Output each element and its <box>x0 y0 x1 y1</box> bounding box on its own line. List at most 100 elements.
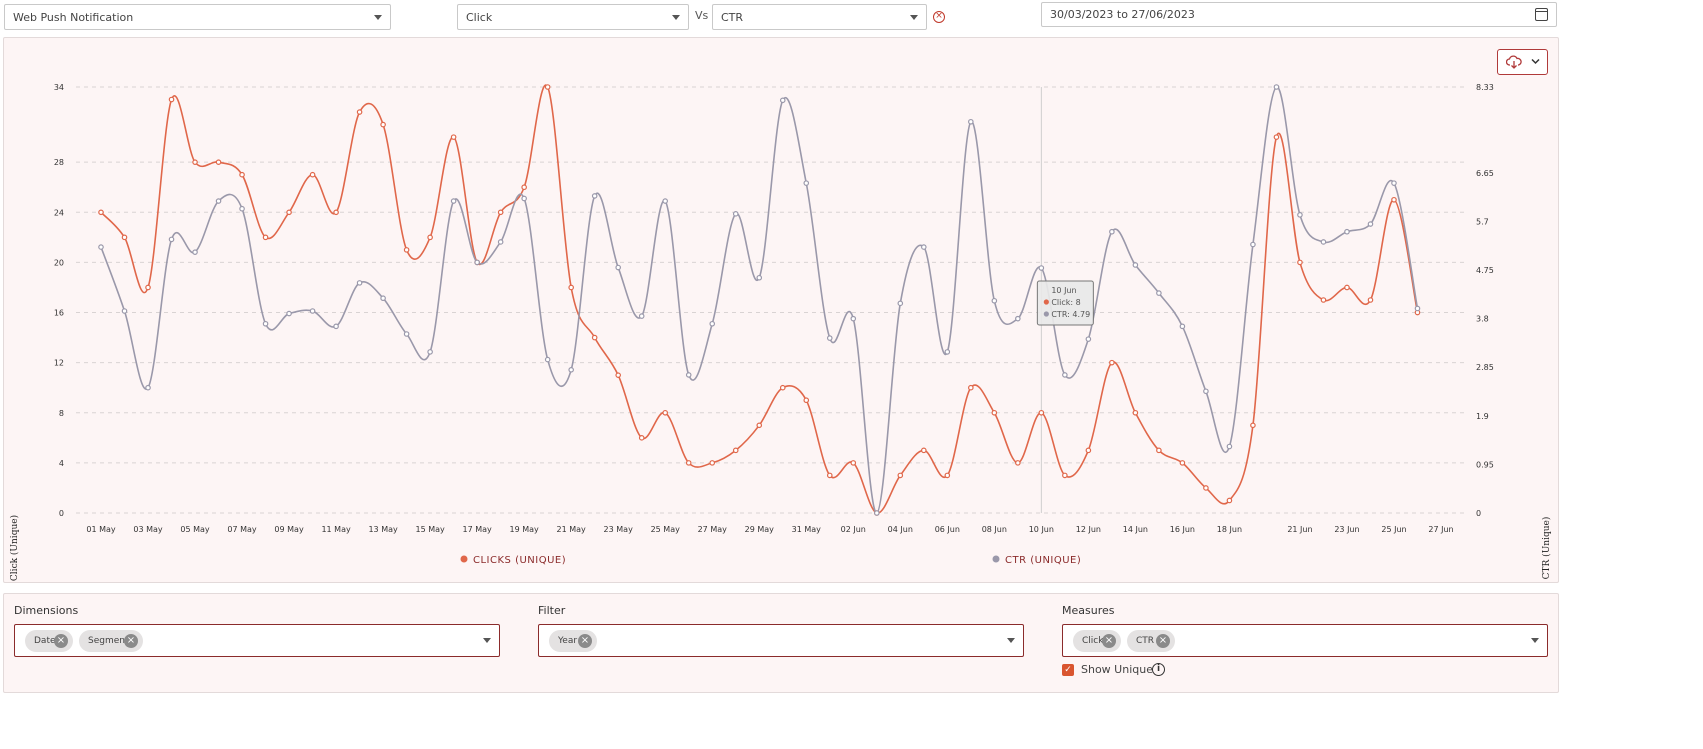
ctr-data-point[interactable] <box>168 236 175 243</box>
click-data-point[interactable] <box>944 472 951 479</box>
remove-chip-icon[interactable]: × <box>578 634 592 648</box>
click-data-point[interactable] <box>215 159 222 165</box>
click-data-point[interactable] <box>309 171 316 178</box>
ctr-data-point[interactable] <box>638 313 645 319</box>
click-data-point[interactable] <box>544 84 551 90</box>
ctr-data-point[interactable] <box>192 249 198 255</box>
click-data-point[interactable] <box>403 247 410 253</box>
click-data-point[interactable] <box>262 234 269 241</box>
click-data-point[interactable] <box>968 384 974 391</box>
ctr-data-point[interactable] <box>968 118 974 125</box>
ctr-data-point[interactable] <box>1179 323 1186 330</box>
click-data-point[interactable] <box>615 372 621 378</box>
ctr-data-point[interactable] <box>568 367 574 373</box>
remove-chip-icon[interactable]: × <box>54 634 68 648</box>
ctr-data-point[interactable] <box>1015 315 1021 322</box>
click-data-point[interactable] <box>333 209 339 216</box>
click-data-point[interactable] <box>1179 460 1186 466</box>
ctr-data-point[interactable] <box>521 195 527 202</box>
click-data-point[interactable] <box>1297 259 1303 266</box>
legend-item-ctr[interactable]: CTR (UNIQUE) <box>992 555 1082 566</box>
remove-chip-icon[interactable]: × <box>1156 634 1170 648</box>
ctr-data-point[interactable] <box>897 300 904 307</box>
ctr-data-point[interactable] <box>450 198 457 204</box>
click-data-point[interactable] <box>897 472 904 479</box>
ctr-data-point[interactable] <box>309 308 316 314</box>
ctr-data-point[interactable] <box>356 280 363 286</box>
ctr-data-point[interactable] <box>1085 336 1092 342</box>
ctr-data-point[interactable] <box>262 320 269 327</box>
ctr-data-point[interactable] <box>403 331 410 337</box>
click-data-point[interactable] <box>1085 447 1092 454</box>
ctr-data-point[interactable] <box>944 349 951 355</box>
ctr-data-point[interactable] <box>544 356 551 363</box>
click-data-point[interactable] <box>168 96 175 103</box>
click-data-point[interactable] <box>568 284 574 291</box>
ctr-data-point[interactable] <box>98 244 104 250</box>
click-data-point[interactable] <box>356 109 363 115</box>
date-range-picker[interactable]: 30/03/2023 to 27/06/2023 <box>1041 2 1557 27</box>
click-data-point[interactable] <box>1132 409 1139 416</box>
ctr-data-point[interactable] <box>1250 241 1256 248</box>
ctr-data-point[interactable] <box>1273 84 1280 90</box>
ctr-data-point[interactable] <box>1062 372 1068 378</box>
click-data-point[interactable] <box>1062 472 1068 479</box>
ctr-data-point[interactable] <box>991 297 998 304</box>
click-data-point[interactable] <box>662 409 669 416</box>
click-data-point[interactable] <box>921 447 927 454</box>
click-data-point[interactable] <box>1015 460 1021 466</box>
ctr-data-point[interactable] <box>1320 239 1327 245</box>
ctr-data-point[interactable] <box>756 274 763 281</box>
measure-select[interactable]: Click <box>457 4 689 30</box>
ctr-data-point[interactable] <box>145 384 151 391</box>
click-data-point[interactable] <box>638 435 645 441</box>
click-data-point[interactable] <box>732 447 739 454</box>
ctr-data-point[interactable] <box>709 320 716 327</box>
remove-chip-icon[interactable]: × <box>1102 634 1116 648</box>
ctr-data-point[interactable] <box>427 349 433 355</box>
click-data-point[interactable] <box>709 460 716 466</box>
click-data-point[interactable] <box>1109 359 1115 366</box>
click-data-point[interactable] <box>1038 409 1045 416</box>
click-data-point[interactable] <box>98 209 104 216</box>
ctr-data-point[interactable] <box>474 259 480 266</box>
ctr-data-point[interactable] <box>779 97 786 104</box>
ctr-data-point[interactable] <box>333 323 339 330</box>
click-data-point[interactable] <box>1250 422 1256 429</box>
click-data-point[interactable] <box>779 384 786 391</box>
ctr-data-point[interactable] <box>380 295 386 302</box>
remove-chip-icon[interactable]: × <box>124 634 138 648</box>
click-data-point[interactable] <box>239 171 245 178</box>
ctr-data-point[interactable] <box>850 315 857 322</box>
click-data-point[interactable] <box>826 472 833 479</box>
ctr-data-point[interactable] <box>803 180 810 186</box>
ctr-data-point[interactable] <box>1156 290 1162 296</box>
click-data-point[interactable] <box>521 184 527 191</box>
click-data-point[interactable] <box>850 460 857 466</box>
ctr-data-point[interactable] <box>921 244 927 250</box>
legend-item-clicks[interactable]: CLICKS (UNIQUE) <box>460 555 567 566</box>
ctr-data-point[interactable] <box>1391 180 1397 186</box>
ctr-data-point[interactable] <box>1344 228 1350 235</box>
ctr-data-point[interactable] <box>615 264 621 271</box>
ctr-data-point[interactable] <box>497 239 504 245</box>
ctr-data-point[interactable] <box>239 205 245 212</box>
click-data-point[interactable] <box>1203 485 1209 491</box>
measures-select[interactable]: Click × CTR × <box>1062 624 1548 657</box>
click-data-point[interactable] <box>1320 297 1327 303</box>
ctr-data-point[interactable] <box>1109 228 1115 235</box>
click-data-point[interactable] <box>286 209 292 216</box>
ctr-data-point[interactable] <box>873 510 880 516</box>
click-data-point[interactable] <box>450 134 457 140</box>
click-data-point[interactable] <box>380 121 386 128</box>
ctr-data-point[interactable] <box>1414 305 1421 312</box>
compare-measure-select[interactable]: CTR <box>712 4 927 30</box>
ctr-data-point[interactable] <box>121 308 128 314</box>
info-icon[interactable]: i <box>1152 663 1165 676</box>
click-data-point[interactable] <box>1273 134 1280 140</box>
click-data-point[interactable] <box>591 334 598 341</box>
click-data-point[interactable] <box>145 284 151 291</box>
calendar-icon[interactable] <box>1535 8 1548 21</box>
click-data-point[interactable] <box>497 209 504 216</box>
click-data-point[interactable] <box>1391 196 1397 203</box>
